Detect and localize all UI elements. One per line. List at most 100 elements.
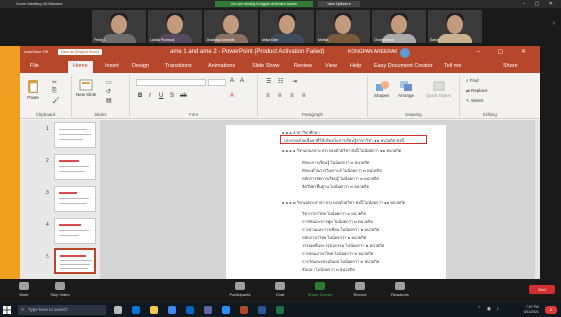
notification-badge[interactable]: 8 (545, 306, 557, 314)
slide-thumbnail[interactable] (54, 122, 96, 148)
reactions-button[interactable]: Reactions (380, 282, 420, 297)
indent-icon[interactable]: ⇥ (292, 78, 297, 85)
teams-icon[interactable] (204, 306, 212, 314)
system-tray-icons[interactable]: ⌃ ◉ ♪ (477, 306, 501, 312)
slides-group: New Slide ▭ ↺ ▤ Slides (72, 75, 130, 117)
reset-icon[interactable]: ↺ (106, 88, 111, 95)
shapes-button[interactable]: Shapes (374, 80, 389, 98)
end-meeting-button[interactable]: End (529, 285, 555, 294)
smiley-icon (395, 282, 405, 290)
chat-button[interactable]: Chat (260, 282, 300, 297)
paste-button[interactable]: Paste (26, 78, 40, 100)
shadow-icon[interactable]: S (170, 93, 174, 99)
strikethrough-icon[interactable]: ab (180, 93, 187, 99)
participant-tile[interactable]: Ferdy 1 (92, 10, 146, 43)
slide-thumbnail[interactable] (54, 154, 96, 180)
vertical-scrollbar[interactable] (535, 120, 540, 279)
record-button[interactable]: Record (340, 282, 380, 297)
align-right-icon[interactable]: ≡ (290, 93, 294, 99)
microphone-icon (19, 282, 29, 290)
select-button[interactable]: ↖ Select (466, 98, 484, 104)
bullets-icon[interactable]: ☰ (266, 78, 271, 85)
word-icon[interactable] (258, 306, 266, 314)
participant-tile[interactable]: Sarun (428, 10, 482, 43)
participant-tile[interactable]: Chompunoot (372, 10, 426, 43)
powerpoint-window: AutoSave Off Save as (Original Scroll) a… (20, 46, 540, 279)
copy-icon[interactable]: ⎘ (52, 88, 57, 95)
zoom-icon[interactable] (222, 306, 230, 314)
slide-text: การอ่านและการเขียน ไม่น้อยกว่า ๒ หน่วยกิ… (302, 227, 380, 232)
slide-thumbnail[interactable] (54, 218, 96, 244)
chrome-icon[interactable] (168, 306, 176, 314)
share-screen-button[interactable]: Share Screen (300, 282, 340, 297)
ribbon-tabs: File Home Insert Design Transitions Anim… (20, 60, 540, 73)
store-icon[interactable] (186, 306, 194, 314)
participant-tile[interactable]: aitiya Kam (260, 10, 314, 43)
view-options-button[interactable]: View Options ▾ (318, 1, 360, 7)
gallery-next-icon[interactable]: › (553, 20, 555, 27)
tab-design[interactable]: Design (132, 63, 149, 69)
justify-icon[interactable]: ≡ (302, 93, 306, 99)
font-color-icon[interactable]: A (230, 93, 234, 99)
tab-review[interactable]: Review (294, 63, 312, 69)
current-slide[interactable]: ๑.๑.๑ สาขาวิชาศึกษา ประกอบด้วยเนื้อหาที่… (226, 125, 446, 279)
zoom-window-title: Zoom Meeting 40-Minutes (16, 1, 63, 6)
quick-access-toolbar[interactable]: AutoSave Off (24, 49, 48, 54)
participant-tile[interactable]: Jirachaya Arsewat (204, 10, 258, 43)
new-slide-button[interactable]: New Slide (76, 79, 96, 97)
clipboard-group: Paste ✂ ⎘ 🖌 Clipboard (20, 75, 72, 117)
slide-text: หลักภาษาไทย ไม่น้อยกว่า ๒ หน่วยกิต (302, 235, 367, 240)
cut-icon[interactable]: ✂ (52, 79, 57, 86)
mute-button[interactable]: Mute (4, 282, 44, 297)
clock[interactable]: 7:07 PM 6/11/2021 (524, 305, 539, 315)
arrange-button[interactable]: Arrange (398, 80, 414, 98)
zoom-window-controls[interactable]: – ▢ ✕ (523, 0, 557, 8)
tab-home[interactable]: Home (68, 61, 93, 73)
tab-view[interactable]: View (325, 63, 337, 69)
user-name[interactable]: KONGPAN AREERAK (348, 49, 398, 55)
increase-font-icon[interactable]: A (230, 78, 234, 84)
powerpoint-icon[interactable] (240, 306, 248, 314)
format-painter-icon[interactable]: 🖌 (52, 97, 60, 104)
slide-thumbnail[interactable] (54, 186, 96, 212)
windows-start-icon[interactable] (3, 306, 11, 314)
task-view-icon[interactable] (114, 306, 122, 314)
stop-video-button[interactable]: Stop Video (40, 282, 80, 297)
tab-slide-show[interactable]: Slide Show (252, 63, 280, 69)
underline-icon[interactable]: U (159, 93, 163, 99)
numbering-icon[interactable]: ☷ (278, 78, 283, 85)
layout-icon[interactable]: ▭ (106, 79, 112, 86)
tab-insert[interactable]: Insert (105, 63, 119, 69)
tab-animations[interactable]: Animations (208, 63, 235, 69)
participant-tile[interactable]: Marika (316, 10, 370, 43)
font-size-box[interactable] (208, 79, 226, 86)
quick-styles-button[interactable]: Quick Styles (426, 80, 451, 98)
share-button[interactable]: Share (503, 63, 518, 69)
share-screen-icon (315, 282, 325, 290)
participant-tile[interactable]: Ladda Poonsuk (148, 10, 202, 43)
excel-icon[interactable] (276, 306, 284, 314)
decrease-font-icon[interactable]: A (240, 78, 244, 84)
taskbar-search-input[interactable]: Type here to search (18, 305, 106, 315)
font-name-box[interactable] (136, 79, 206, 86)
ppt-window-controls[interactable]: – ▢ ✕ (477, 48, 534, 55)
tab-easy-document-creator[interactable]: Easy Document Creator (374, 63, 433, 69)
file-explorer-icon[interactable] (150, 306, 158, 314)
italic-icon[interactable]: I (149, 93, 151, 99)
group-label-paragraph: Paragraph (301, 112, 323, 117)
save-chip[interactable]: Save as (Original Scroll) (58, 49, 102, 55)
align-left-icon[interactable]: ≡ (266, 93, 270, 99)
edge-icon[interactable] (132, 306, 140, 314)
tab-transitions[interactable]: Transitions (165, 63, 192, 69)
participants-button[interactable]: Participants (220, 282, 260, 297)
tab-help[interactable]: Help (350, 63, 361, 69)
avatar[interactable] (400, 48, 410, 58)
slide-thumbnail-active[interactable] (54, 248, 96, 274)
find-button[interactable]: ⌕ Find (466, 78, 479, 83)
align-center-icon[interactable]: ≡ (278, 93, 282, 99)
tab-file[interactable]: File (30, 63, 39, 69)
replace-button[interactable]: ⇄ Replace (466, 88, 488, 94)
bold-icon[interactable]: B (138, 93, 142, 99)
section-icon[interactable]: ▤ (106, 97, 112, 104)
tab-tell-me[interactable]: Tell me (444, 63, 461, 69)
